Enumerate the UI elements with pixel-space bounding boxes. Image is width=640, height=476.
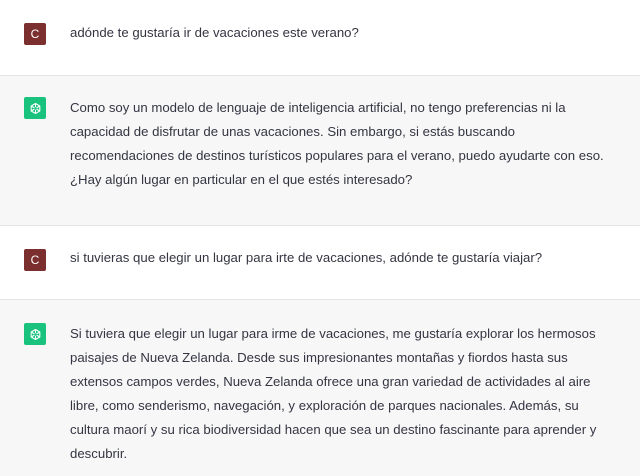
- message-text: adónde te gustaría ir de vacaciones este…: [70, 25, 359, 40]
- user-message: C adónde te gustaría ir de vacaciones es…: [0, 0, 640, 76]
- message-text: Como soy un modelo de lenguaje de inteli…: [70, 100, 604, 187]
- user-avatar-letter: C: [30, 27, 40, 41]
- assistant-message: Como soy un modelo de lenguaje de inteli…: [0, 76, 640, 226]
- user-avatar: C: [24, 23, 46, 45]
- user-avatar: C: [24, 249, 46, 271]
- chatgpt-logo-icon: [24, 323, 46, 345]
- message-text: Si tuviera que elegir un lugar para irme…: [70, 326, 597, 461]
- chat-thread: C adónde te gustaría ir de vacaciones es…: [0, 0, 640, 476]
- chatgpt-logo-icon: [24, 97, 46, 119]
- message-text: si tuvieras que elegir un lugar para irt…: [70, 250, 543, 265]
- user-message: C si tuvieras que elegir un lugar para i…: [0, 226, 640, 300]
- user-avatar-letter: C: [30, 253, 40, 267]
- assistant-message: Si tuviera que elegir un lugar para irme…: [0, 300, 640, 476]
